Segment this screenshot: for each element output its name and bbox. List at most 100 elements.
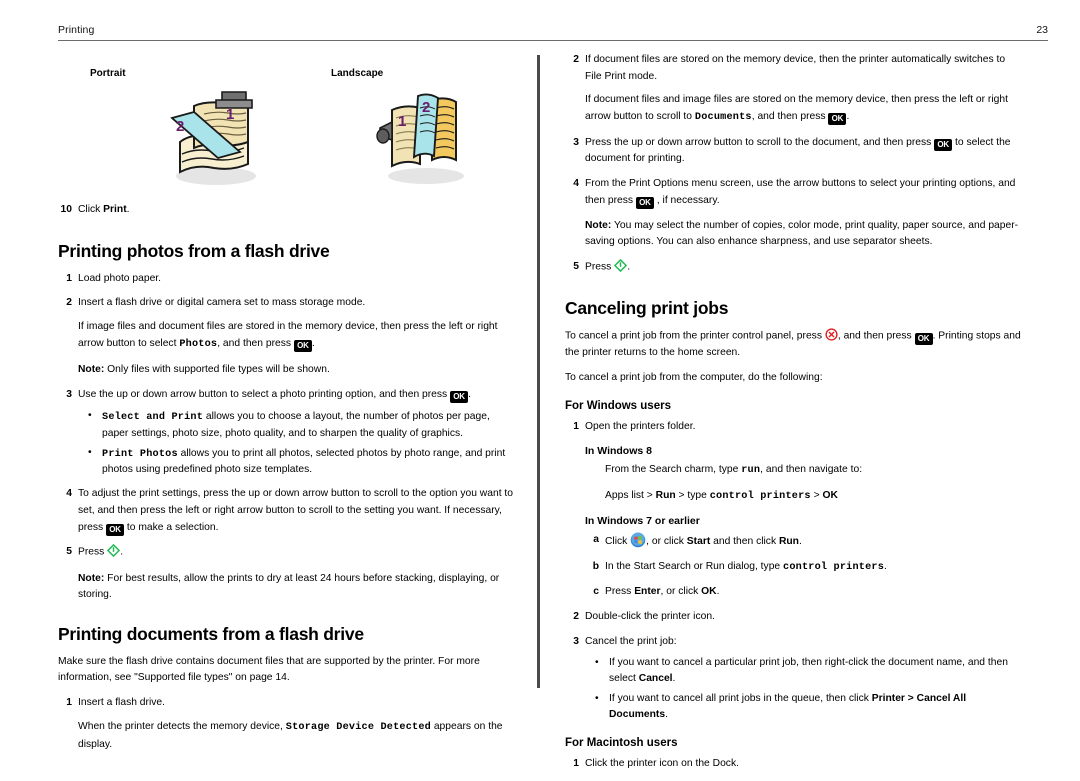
step-text-c: . [716,586,720,598]
step-text-b: , or click [646,536,687,547]
step-text-c: and then click [710,536,779,547]
bullet-text-b: . [665,709,668,721]
figure-label-landscape: Landscape [331,68,384,79]
step-text-a: Press [605,586,635,598]
left-column: Portrait Landscape 1 2 1 2 10 Click Prin… [58,52,513,761]
line-text-b: , and then navigate to: [760,464,863,476]
documents-step-4-note: Note: You may select the number of copie… [585,218,1023,250]
step-marker: 1 [66,272,72,284]
bullet-dot-icon: • [88,447,92,459]
bullet-select-and-print: • Select and Print allows you to choose … [86,409,513,442]
menu-item-ok: OK [822,490,838,502]
documents-step-4: 4 From the Print Options menu screen, us… [565,176,1023,250]
ok-button-icon[interactable]: OK [934,138,953,151]
display-message-storage-device-detected: Storage Device Detected [285,722,431,734]
menu-item-start: Start [686,536,711,547]
ok-button-icon[interactable]: OK [106,523,125,536]
step-marker: 10 [60,204,72,215]
heading-in-windows-7-or-earlier: In Windows 7 or earlier [585,515,700,527]
start-button-icon[interactable] [614,259,628,273]
step-marker: 1 [573,420,579,432]
step-text-b: . [468,389,471,401]
menu-item-documents: Documents [694,112,752,124]
step-text: Cancel the print job: [585,635,677,647]
cancel-button-icon[interactable] [825,328,838,341]
command-control-printers: control printers [783,561,885,573]
ok-button-icon[interactable]: OK [293,339,312,352]
windows-7-step-c: c Press Enter, or click OK. [585,584,1023,601]
step-marker: 1 [573,758,579,770]
command-run: run [741,465,761,477]
cont-text-a: When the printer detects the memory devi… [78,721,286,733]
windows-start-orb-icon[interactable] [630,532,646,548]
bullet-cancel-all-jobs: • If you want to cancel all print jobs i… [593,691,1023,723]
step-text-a: Press the up or down arrow button to scr… [585,136,935,148]
documents-step-3: 3 Press the up or down arrow button to s… [565,135,1023,168]
step-text-b: . [884,560,887,572]
header-rule [58,40,1048,41]
bullet-text-b: . [672,673,676,685]
heading-in-windows-8: In Windows 8 [585,445,652,458]
step-text-before: Click [78,204,104,215]
svg-text:1: 1 [398,113,406,130]
step-marker: 1 [66,697,72,709]
start-button-icon[interactable] [107,544,121,558]
photos-step-3: 3 Use the up or down arrow button to sel… [58,387,513,478]
line-text-a: Apps list > [605,490,656,502]
svg-text:1: 1 [226,106,234,123]
step-marker: b [592,560,599,572]
step-marker: 4 [573,177,579,189]
cancel-from-panel-paragraph: To cancel a print job from the printer c… [565,328,1023,360]
page-header: Printing 23 [58,24,1048,42]
menu-item-run: Run [778,536,799,547]
step-marker: 2 [573,54,579,65]
header-chapter-title: Printing [58,24,95,36]
photos-step-5: 5 Press . Note: For best results, allow … [58,544,513,602]
windows-7-step-a: a Click , or click Start and then click … [585,532,1023,551]
heading-printing-documents: Printing documents from a flash drive [58,624,364,645]
ok-button-icon[interactable]: OK [450,391,469,404]
step-text-b: to make a selection. [124,521,219,533]
windows-7-step-b: b In the Start Search or Run dialog, typ… [585,559,1023,577]
cont-text-b: , and then press [751,111,829,123]
button-ok: OK [701,586,717,598]
bullet-text-a: If you want to cancel all print jobs in … [609,693,872,705]
ok-button-icon[interactable]: OK [828,113,847,126]
windows-step-2: 2 Double-click the printer icon. [565,609,1023,626]
cont-text-c: . [311,337,315,349]
documents-step-5: 5 Press . [565,259,1023,276]
portrait-notepad-icon: 1 2 [160,84,268,195]
windows-step-3: 3 Cancel the print job: • If you want to… [565,634,1023,723]
step-10-click-print: 10 Click Print. [58,202,513,219]
heading-canceling-print-jobs: Canceling print jobs [565,298,729,319]
manual-page: Printing 23 Portrait Landscape 1 2 1 2 1… [0,0,1080,769]
column-divider [537,55,540,688]
ok-button-icon[interactable]: OK [635,196,654,209]
step-marker: 5 [66,546,72,558]
line-text-c: > [810,490,823,502]
cont-text-b: , and then press [217,337,294,349]
heading-printing-photos: Printing photos from a flash drive [58,240,330,261]
note-label: Note: [78,364,105,376]
step-text: Click the printer icon on the Dock. [585,758,739,770]
step-marker: 5 [573,261,579,273]
step-text-a: Press [585,261,615,273]
documents-intro-paragraph: Make sure the flash drive contains docum… [58,656,480,684]
step-marker: 3 [573,635,579,647]
step-marker: c [593,586,599,598]
step-marker: 3 [573,136,579,148]
svg-text:2: 2 [422,99,430,116]
ok-button-icon[interactable]: OK [914,332,933,345]
command-control-printers: control printers [709,491,811,503]
windows-step-1: 1 Open the printers folder. [565,419,1023,436]
menu-item-cancel: Cancel [638,673,673,685]
step-text-a: In the Start Search or Run dialog, type [605,560,784,572]
step-text-b: . [120,546,124,558]
note-text: You may select the number of copies, col… [585,220,1019,248]
figure-label-portrait: Portrait [90,68,126,79]
photos-step-4: 4 To adjust the print settings, press th… [58,486,513,536]
step-text-b: . [627,261,631,273]
menu-item-run: Run [655,490,676,502]
note-text: For best results, allow the prints to dr… [78,572,500,600]
step-marker: a [593,534,599,545]
